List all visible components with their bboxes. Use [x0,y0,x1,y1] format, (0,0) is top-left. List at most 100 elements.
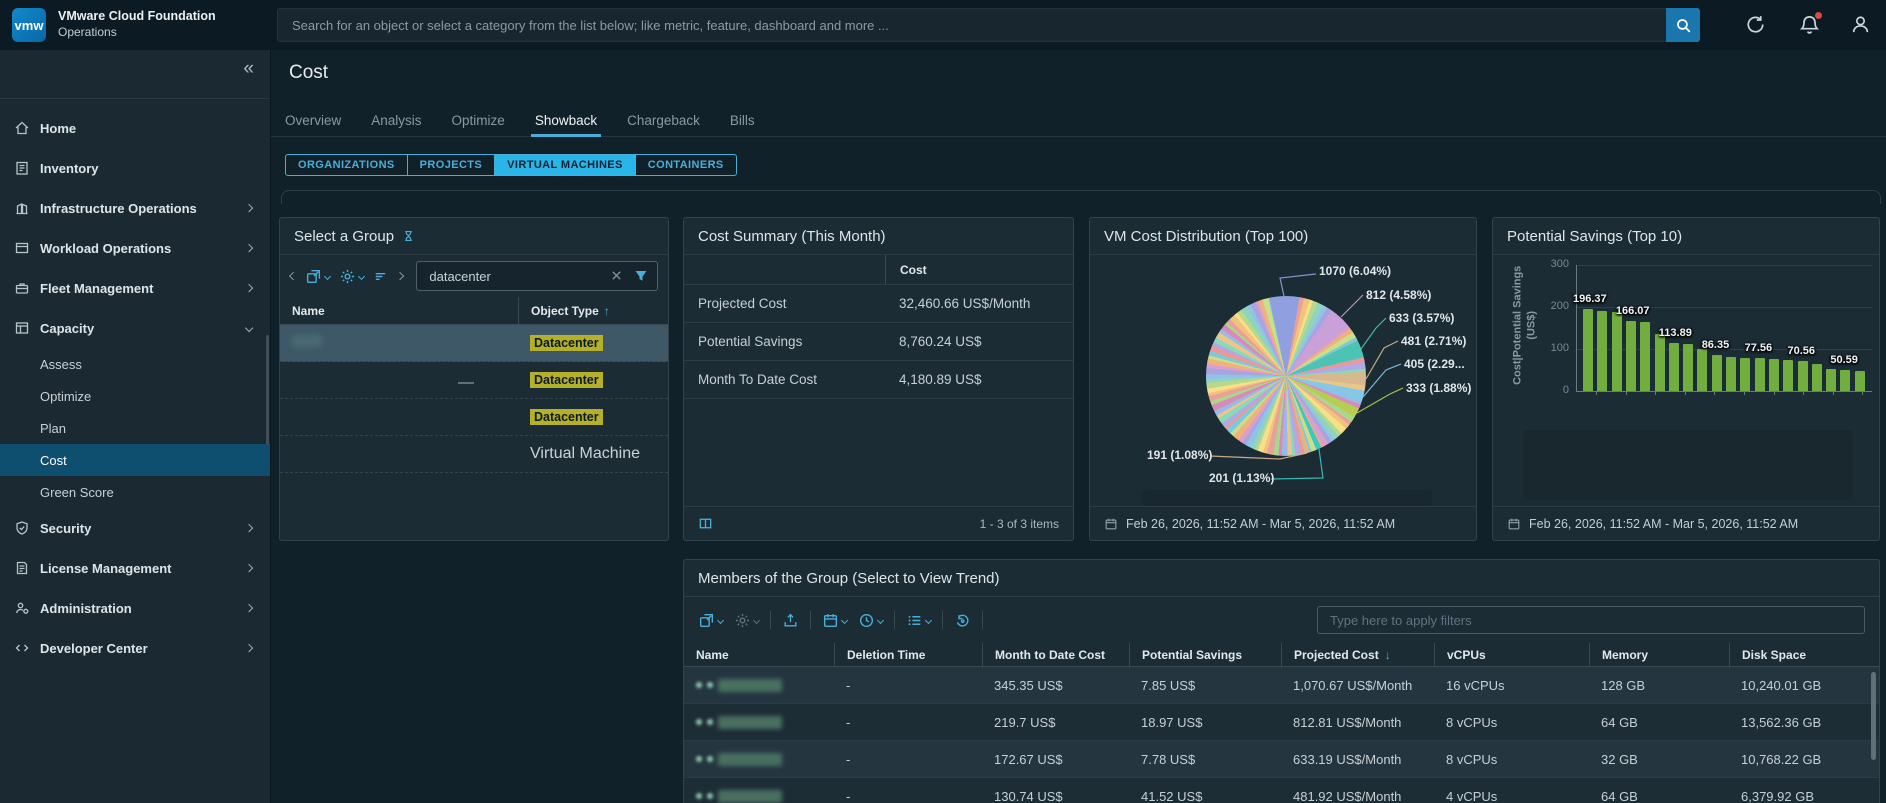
clock-icon[interactable] [858,612,885,629]
column-header-object-type[interactable]: Object Type ↑ [518,297,668,324]
bar[interactable] [1711,354,1722,391]
page-left-icon[interactable] [288,271,298,281]
sidebar-collapse-button[interactable]: « [243,58,254,80]
projects-button[interactable]: PROJECTS [406,155,495,175]
tab-optimize[interactable]: Optimize [452,105,505,136]
export-icon[interactable] [782,612,799,629]
pie-graphic[interactable] [1206,296,1366,456]
group-row[interactable]: Virtual Machine [280,436,668,473]
cost-row-label: Month To Date Cost [698,372,818,387]
sidebar-item-capacity[interactable]: Capacity [0,308,270,348]
vcpus-cell: 4 vCPUs [1446,788,1498,803]
group-row[interactable]: Datacenter [280,325,668,362]
column-header-memory[interactable]: Memory [1589,643,1729,666]
column-header-cost[interactable]: Cost [885,255,1073,284]
column-header-potential-savings[interactable]: Potential Savings [1129,643,1281,666]
organizations-button[interactable]: ORGANIZATIONS [286,155,407,175]
sidebar-item-label: Fleet Management [40,280,154,296]
sidebar-item-administration[interactable]: Administration [0,588,270,628]
sidebar-item-workload-operations[interactable]: Workload Operations [0,228,270,268]
sidebar-item-optimize[interactable]: Optimize [0,380,270,412]
sidebar-item-cost[interactable]: Cost [0,444,270,476]
calendar-icon[interactable] [822,612,849,629]
bar[interactable] [1697,349,1708,391]
sidebar-item-fleet-management[interactable]: Fleet Management [0,268,270,308]
column-header-month-to-date[interactable]: Month to Date Cost [982,643,1129,666]
column-header-deletion-time[interactable]: Deletion Time [834,643,982,666]
group-row[interactable]: Datacenter [280,362,668,399]
bar[interactable] [1783,360,1794,391]
bar[interactable] [1597,310,1608,391]
sidebar-item-infrastructure-operations[interactable]: Infrastructure Operations [0,188,270,228]
bar[interactable] [1811,364,1822,391]
refresh-icon[interactable] [1745,14,1766,35]
bar[interactable] [1840,369,1851,391]
list-view-icon[interactable] [906,612,933,629]
bar[interactable] [1654,333,1665,391]
tab-overview[interactable]: Overview [285,105,341,136]
bar[interactable] [1625,321,1636,391]
bar[interactable] [1768,359,1779,391]
tab-chargeback[interactable]: Chargeback [627,105,700,136]
members-scrollbar-thumb[interactable] [1871,672,1876,760]
deletion-time-cell: - [846,788,851,803]
tab-showback[interactable]: Showback [530,105,602,137]
calendar-icon [1105,518,1117,529]
group-row[interactable]: Datacenter [280,399,668,436]
filter-funnel-icon[interactable] [633,268,649,284]
member-row[interactable]: - 345.35 US$ 7.85 US$ 1,070.67 US$/Month… [684,667,1879,704]
members-filter-input[interactable] [1317,606,1865,634]
bar-value-label: 166.07 [1615,305,1650,318]
virtual-machines-button[interactable]: VIRTUAL MACHINES [494,155,635,175]
sidebar-item-green-score[interactable]: Green Score [0,476,270,508]
x-axis-tick [1832,391,1834,395]
sidebar-item-assess[interactable]: Assess [0,348,270,380]
bar[interactable] [1611,311,1622,391]
sidebar-item-security[interactable]: Security [0,508,270,548]
pie-chart[interactable]: 1070 (6.04%) 812 (4.58%) 633 (3.57%) 481 (2… [1090,218,1476,540]
column-header-disk-space[interactable]: Disk Space [1729,643,1879,666]
reset-view-icon[interactable] [954,612,971,629]
sidebar-item-developer-center[interactable]: Developer Center [0,628,270,668]
containers-button[interactable]: CONTAINERS [634,155,736,175]
column-header-vcpus[interactable]: vCPUs [1434,643,1589,666]
group-table-header: Name Object Type ↑ [280,297,668,325]
page-right-icon[interactable] [395,271,405,281]
settings-gear-icon[interactable] [339,268,366,285]
pan-selector-icon[interactable] [698,612,725,629]
member-row[interactable]: - 172.67 US$ 7.78 US$ 633.19 US$/Month 8… [684,741,1879,778]
member-row[interactable]: - 130.74 US$ 41.52 US$ 481.92 US$/Month … [684,778,1879,803]
search-button[interactable] [1666,8,1700,42]
bar[interactable] [1726,356,1736,391]
pan-selector-icon[interactable] [305,268,332,285]
bar[interactable] [1740,358,1751,391]
column-header-name[interactable]: Name [280,297,518,324]
user-menu-icon[interactable] [1850,14,1871,35]
clear-search-icon[interactable] [609,268,624,283]
sidebar-item-home[interactable]: Home [0,108,270,148]
columns-icon[interactable] [698,516,713,531]
vcpus-cell: 8 vCPUs [1446,751,1498,767]
tab-analysis[interactable]: Analysis [371,105,421,136]
bar[interactable] [1668,343,1679,391]
sidebar-item-plan[interactable]: Plan [0,412,270,444]
bar[interactable] [1797,361,1808,391]
bar[interactable] [1826,369,1837,391]
column-header-name[interactable]: Name [684,643,834,666]
column-header-projected-cost[interactable]: Projected Cost ↓ [1281,643,1434,666]
sort-filter-icon[interactable] [373,269,388,284]
sidebar-item-license-management[interactable]: License Management [0,548,270,588]
member-row[interactable]: - 219.7 US$ 18.97 US$ 812.81 US$/Month 8… [684,704,1879,741]
bar-chart[interactable]: Cost|Potential Savings (US$) 196.37 166.0… [1493,218,1879,540]
settings-gear-icon[interactable] [734,612,761,629]
global-search-input[interactable] [277,8,1666,42]
bar[interactable] [1854,370,1865,391]
bar[interactable] [1640,321,1651,391]
tab-bills[interactable]: Bills [730,105,755,136]
bar[interactable] [1754,358,1765,391]
sidebar-scrollbar-thumb[interactable] [266,335,269,445]
sidebar-item-inventory[interactable]: Inventory [0,148,270,188]
sidebar-item-label: Developer Center [40,640,148,656]
bar[interactable] [1683,344,1694,391]
notifications-bell-icon[interactable] [1799,12,1822,40]
